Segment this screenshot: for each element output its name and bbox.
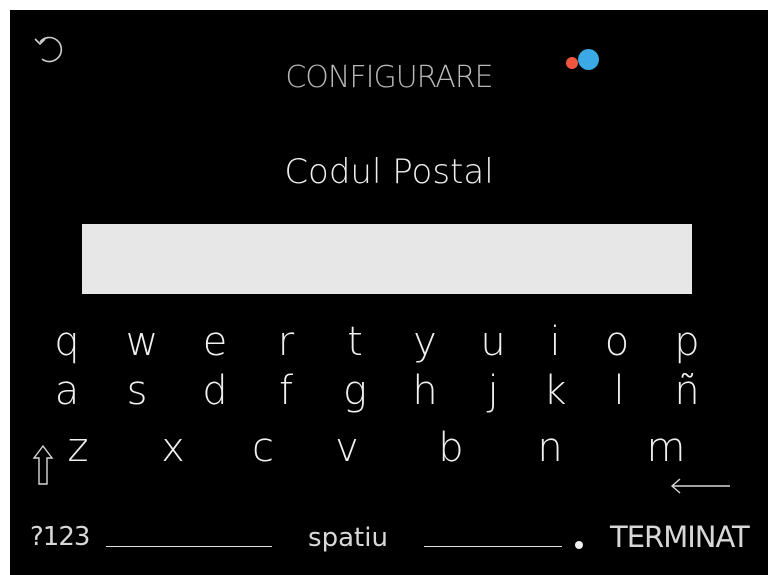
key-i[interactable]: i	[530, 320, 580, 364]
key-y[interactable]: y	[400, 320, 450, 364]
key-u[interactable]: u	[468, 320, 518, 364]
key-a[interactable]: a	[42, 369, 92, 413]
key-d[interactable]: d	[190, 369, 240, 413]
key-l[interactable]: l	[594, 369, 644, 413]
key-q[interactable]: q	[42, 320, 92, 364]
key-p[interactable]: p	[662, 320, 712, 364]
numbers-key[interactable]: ?123	[30, 522, 90, 552]
key-m[interactable]: m	[641, 426, 691, 470]
logo-dot-red	[566, 57, 578, 69]
left-arrow-icon[interactable]	[668, 476, 732, 496]
key-b[interactable]: b	[426, 426, 476, 470]
key-j[interactable]: j	[468, 369, 518, 413]
key-s[interactable]: s	[112, 369, 162, 413]
key-h[interactable]: h	[400, 369, 450, 413]
period-key[interactable]	[575, 541, 583, 549]
screen: CONFIGURARE Codul Postal qwertyuiop asdf…	[10, 10, 768, 575]
page-title: CONFIGURARE	[285, 60, 493, 95]
key-n-tilde[interactable]: ñ	[662, 369, 712, 413]
key-v[interactable]: v	[322, 426, 372, 470]
key-w[interactable]: w	[117, 320, 167, 364]
space-key[interactable]: spatiu	[272, 523, 424, 553]
key-o[interactable]: o	[592, 320, 642, 364]
space-bar-line-right	[424, 546, 562, 547]
key-t[interactable]: t	[330, 320, 380, 364]
postal-code-input[interactable]	[82, 224, 692, 294]
key-z[interactable]: z	[53, 426, 103, 470]
key-c[interactable]: c	[238, 426, 288, 470]
key-e[interactable]: e	[190, 320, 240, 364]
shift-up-arrow-icon[interactable]	[30, 442, 56, 492]
key-x[interactable]: x	[148, 426, 198, 470]
space-bar-line-left	[106, 546, 272, 547]
logo-dot-blue	[578, 49, 599, 70]
key-g[interactable]: g	[330, 369, 380, 413]
key-n[interactable]: n	[525, 426, 575, 470]
field-label: Codul Postal	[284, 152, 494, 192]
key-r[interactable]: r	[261, 320, 311, 364]
done-button[interactable]: TERMINAT	[610, 520, 750, 554]
key-k[interactable]: k	[530, 369, 580, 413]
key-f[interactable]: f	[261, 369, 311, 413]
